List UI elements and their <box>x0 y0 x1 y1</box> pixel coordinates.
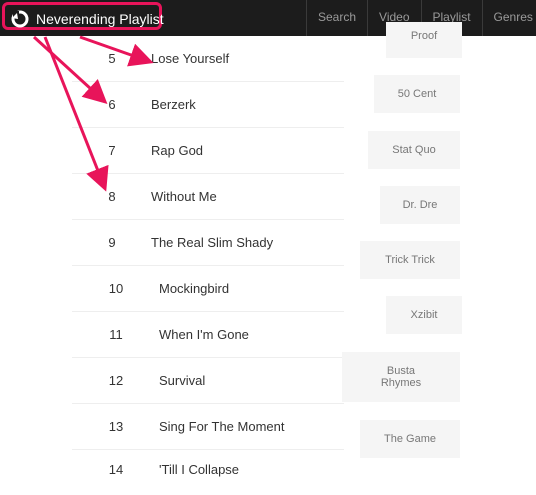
track-row[interactable]: 7 Rap God <box>72 128 344 174</box>
track-row[interactable]: 14 'Till I Collapse <box>72 450 344 495</box>
track-title[interactable]: Mockingbird <box>159 281 229 296</box>
nav-search[interactable]: Search <box>306 0 367 36</box>
track-number: 11 <box>109 327 123 342</box>
track-title[interactable]: When I'm Gone <box>159 327 249 342</box>
app-title: Neverending Playlist <box>36 11 164 27</box>
track-number: 10 <box>108 281 124 296</box>
track-number: 9 <box>108 235 116 250</box>
brand-highlight[interactable]: Neverending Playlist <box>2 2 164 30</box>
track-row[interactable]: 13 Sing For The Moment <box>72 404 344 450</box>
track-title[interactable]: Lose Yourself <box>151 51 229 66</box>
track-number: 12 <box>108 373 124 388</box>
track-number: 6 <box>108 97 116 112</box>
track-row[interactable]: 8 Without Me <box>72 174 344 220</box>
track-title[interactable]: Berzerk <box>151 97 196 112</box>
track-number: 14 <box>108 462 124 477</box>
artist-button[interactable]: Xzibit <box>386 296 462 334</box>
circle-arrow-icon <box>11 10 29 28</box>
artist-button[interactable]: Dr. Dre <box>380 186 460 224</box>
track-number: 8 <box>108 189 116 204</box>
track-row[interactable]: 11 When I'm Gone <box>72 312 344 358</box>
artist-button[interactable]: 50 Cent <box>374 75 460 113</box>
artist-button[interactable]: Stat Quo <box>368 131 460 169</box>
track-row[interactable]: 5 Lose Yourself <box>72 36 344 82</box>
nav-genres[interactable]: Genres <box>481 0 536 36</box>
track-number: 7 <box>108 143 116 158</box>
track-title[interactable]: Sing For The Moment <box>159 419 284 434</box>
track-title[interactable]: Rap God <box>151 143 203 158</box>
track-title[interactable]: The Real Slim Shady <box>151 235 273 250</box>
track-row[interactable]: 12 Survival <box>72 358 344 404</box>
artist-button[interactable]: The Game <box>360 420 460 458</box>
track-title[interactable]: 'Till I Collapse <box>159 462 239 477</box>
track-number: 5 <box>108 51 116 66</box>
track-number: 13 <box>108 419 124 434</box>
track-title[interactable]: Without Me <box>151 189 217 204</box>
track-row[interactable]: 6 Berzerk <box>72 82 344 128</box>
artist-button[interactable]: Proof <box>386 22 462 58</box>
track-row[interactable]: 10 Mockingbird <box>72 266 344 312</box>
artist-button[interactable]: Busta Rhymes <box>342 352 460 402</box>
track-title[interactable]: Survival <box>159 373 205 388</box>
artist-button[interactable]: Trick Trick <box>360 241 460 279</box>
track-row[interactable]: 9 The Real Slim Shady <box>72 220 344 266</box>
